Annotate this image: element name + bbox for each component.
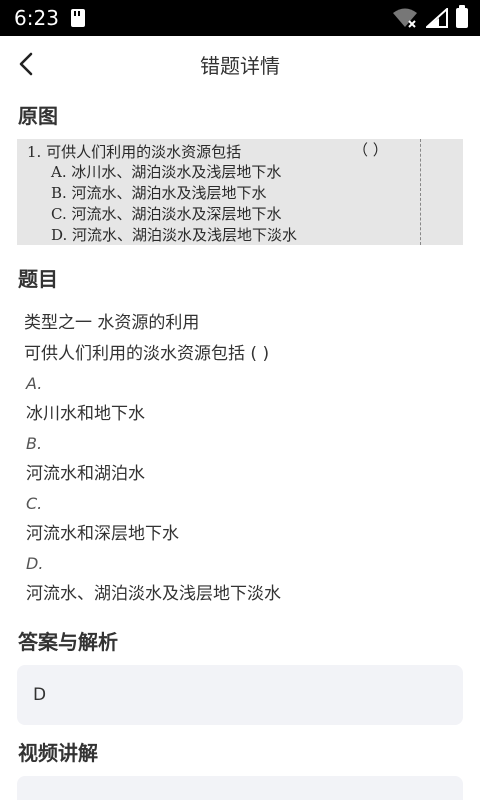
original-image: 1. 可供人们利用的淡水资源包括 （ ） A. 冰川水、湖泊淡水及浅层地下水 B… <box>17 139 463 245</box>
section-title-video: 视频讲解 <box>18 741 98 765</box>
page-title: 错题详情 <box>200 53 280 78</box>
section-title-question: 题目 <box>18 267 58 291</box>
sim-card-icon <box>70 9 85 27</box>
scan-dashed-line <box>420 139 421 245</box>
scan-line: B. 河流水、湖泊水及浅层地下水 <box>51 184 267 202</box>
option-label: C. <box>26 494 43 513</box>
section-title-answer: 答案与解析 <box>18 630 118 654</box>
option-label: B. <box>26 434 43 453</box>
scan-line: （ ） <box>353 141 388 159</box>
video-player[interactable] <box>17 776 463 800</box>
option-text: 冰川水和地下水 <box>26 404 145 424</box>
wifi-icon <box>393 8 417 28</box>
answer-box: D <box>17 665 463 725</box>
option-text: 河流水和湖泊水 <box>26 464 145 484</box>
app-header: 错题详情 <box>0 36 480 92</box>
option-text: 河流水、湖泊淡水及浅层地下淡水 <box>26 584 281 604</box>
section-title-original: 原图 <box>18 104 58 128</box>
signal-icon <box>426 8 448 28</box>
question-stem: 可供人们利用的淡水资源包括 ( ) <box>24 344 270 364</box>
question-type: 类型之一 水资源的利用 <box>24 313 200 333</box>
back-button[interactable] <box>10 48 42 80</box>
option-label: A. <box>26 374 43 393</box>
option-text: 河流水和深层地下水 <box>26 524 179 544</box>
status-bar: 6:23 <box>0 0 480 36</box>
option-label: D. <box>26 554 44 573</box>
status-time: 6:23 <box>14 6 59 30</box>
battery-icon <box>456 5 468 28</box>
scan-line: A. 冰川水、湖泊淡水及浅层地下水 <box>51 163 282 181</box>
scan-line: C. 河流水、湖泊淡水及深层地下水 <box>51 205 282 223</box>
scan-line: D. 河流水、湖泊淡水及浅层地下淡水 <box>51 226 298 244</box>
scan-line: 1. 可供人们利用的淡水资源包括 <box>27 143 242 161</box>
answer-value: D <box>33 685 47 705</box>
question-body: 类型之一 水资源的利用 可供人们利用的淡水资源包括 ( ) A. 冰川水和地下水… <box>0 302 480 604</box>
chevron-left-icon <box>19 52 33 76</box>
